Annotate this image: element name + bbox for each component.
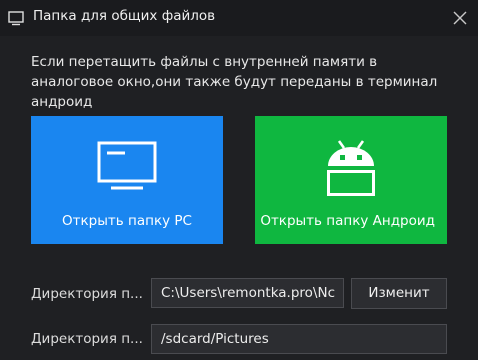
change-directory-button[interactable]: Изменит: [351, 278, 447, 309]
close-icon[interactable]: [450, 8, 470, 28]
android-directory-field[interactable]: /sdcard/Pictures: [151, 324, 447, 354]
open-android-folder-label: Открыть папку Андроид: [260, 213, 435, 229]
title-bar: Папка для общих файлов: [0, 0, 478, 36]
android-directory-label: Директория п...: [31, 331, 143, 347]
monitor-icon: [97, 141, 157, 190]
open-android-folder-button[interactable]: Открыть папку Андроид: [255, 116, 447, 244]
android-icon: [327, 140, 375, 196]
pc-directory-label: Директория п...: [31, 286, 143, 302]
pc-directory-field[interactable]: C:\Users\remontka.pro\Nc: [151, 278, 344, 308]
window-title: Папка для общих файлов: [33, 8, 216, 24]
window-monitor-icon: [8, 11, 24, 26]
shared-folder-dialog: Папка для общих файлов Если перетащить ф…: [0, 0, 478, 360]
open-pc-folder-button[interactable]: Открыть папку PC: [31, 116, 223, 244]
description-text: Если перетащить файлы с внутренней памят…: [31, 54, 438, 110]
open-pc-folder-label: Открыть папку PC: [62, 213, 192, 229]
